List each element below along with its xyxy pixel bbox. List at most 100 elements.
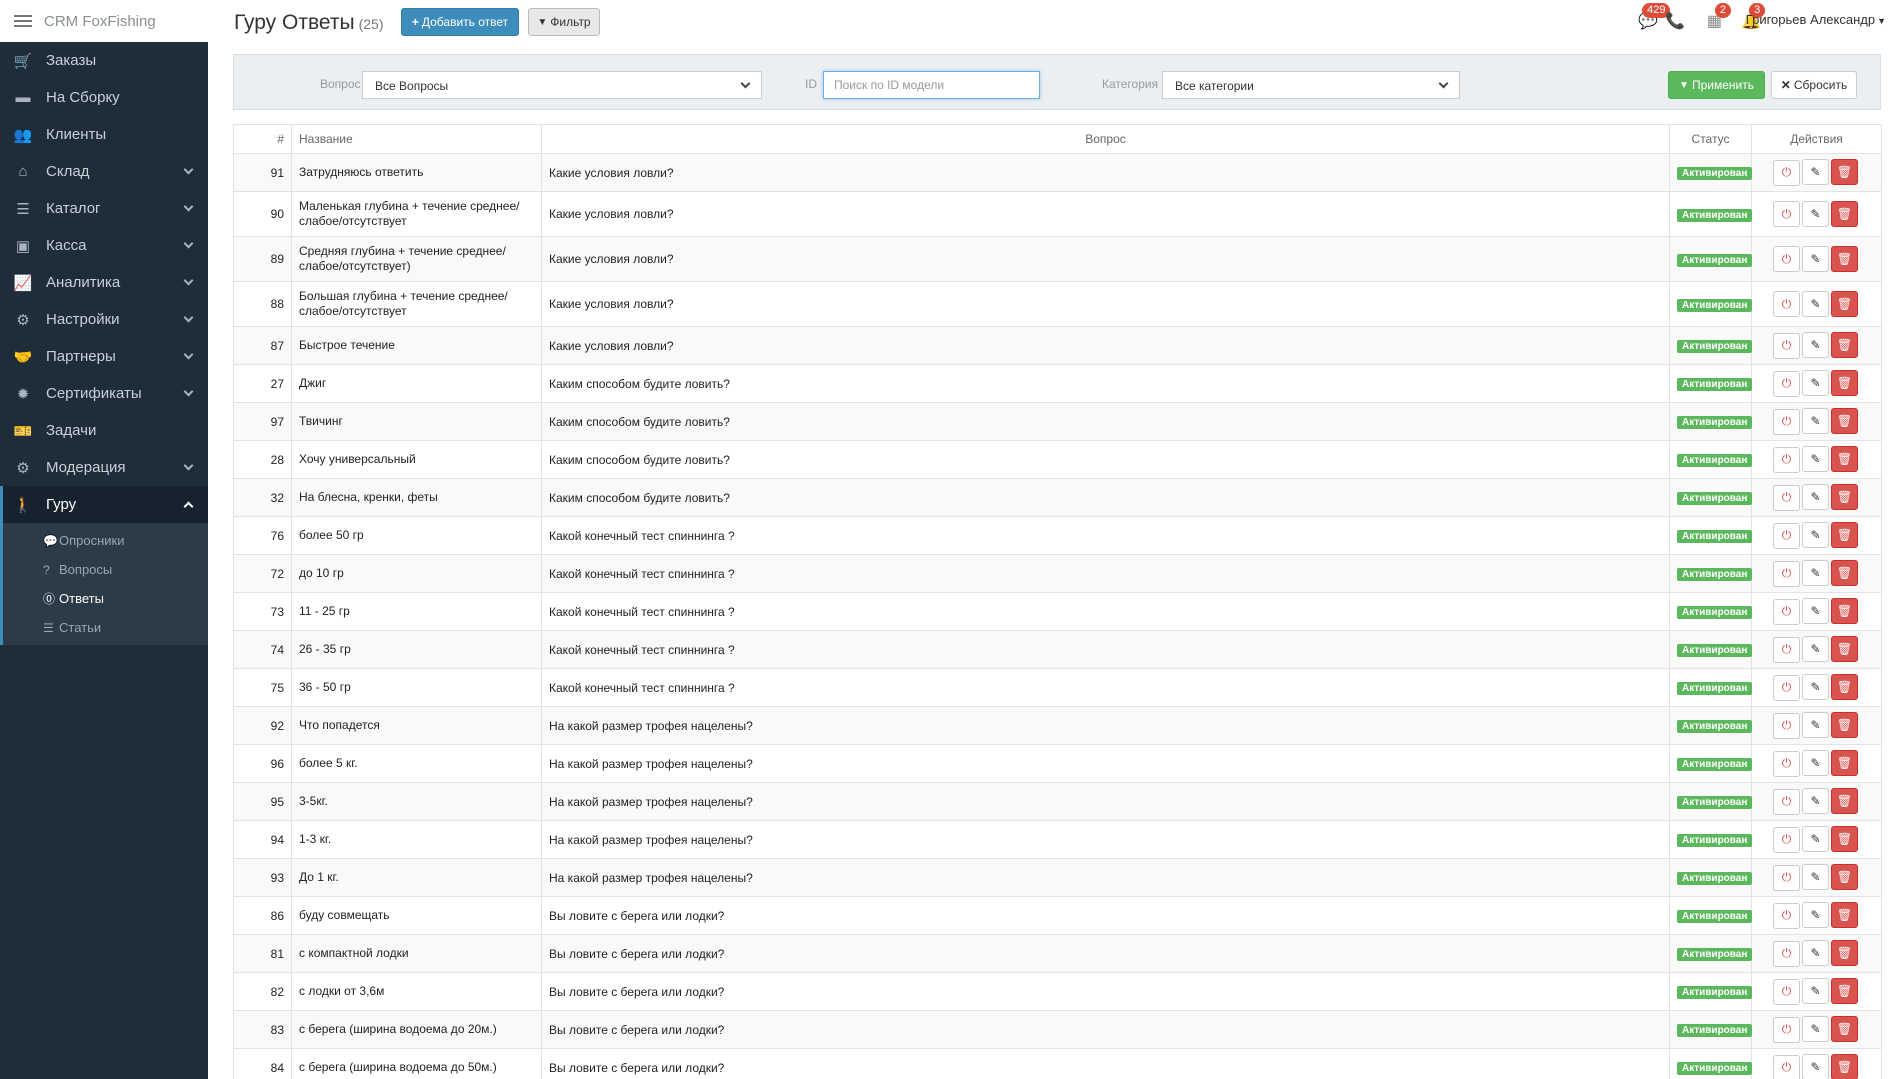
delete-button[interactable]: 🗑 (1831, 636, 1858, 663)
edit-button[interactable]: ✎ (1802, 902, 1829, 929)
menu-toggle-icon[interactable] (14, 12, 32, 30)
edit-button[interactable]: ✎ (1802, 200, 1829, 227)
toggle-button[interactable]: ⏻ (1773, 291, 1800, 318)
toggle-button[interactable]: ⏻ (1773, 201, 1800, 228)
toggle-button[interactable]: ⏻ (1773, 560, 1800, 587)
toggle-button[interactable]: ⏻ (1773, 522, 1800, 549)
delete-button[interactable]: 🗑 (1831, 408, 1858, 435)
sidebar-item[interactable]: ⌂ Склад (0, 153, 208, 190)
phone-icon[interactable]: 📞 (1665, 11, 1685, 31)
toggle-button[interactable]: ⏻ (1773, 246, 1800, 273)
messages-icon[interactable]: 💬 429 (1638, 3, 1671, 31)
toggle-button[interactable]: ⏻ (1773, 864, 1800, 891)
submenu-item[interactable]: ? Вопросы (3, 555, 208, 584)
edit-button[interactable]: ✎ (1802, 1054, 1829, 1079)
sidebar-item[interactable]: 👥 Клиенты (0, 116, 208, 153)
edit-button[interactable]: ✎ (1802, 245, 1829, 272)
toggle-button[interactable]: ⏻ (1773, 674, 1800, 701)
toggle-button[interactable]: ⏻ (1773, 902, 1800, 929)
sidebar-item[interactable]: ⚙ Модерация (0, 449, 208, 486)
id-search-input[interactable] (823, 71, 1040, 99)
toggle-button[interactable]: ⏻ (1773, 788, 1800, 815)
delete-button[interactable]: 🗑 (1831, 245, 1858, 272)
col-header-name[interactable]: Название (291, 124, 542, 154)
toggle-button[interactable]: ⏻ (1773, 598, 1800, 625)
sidebar-item[interactable]: 📈 Аналитика (0, 264, 208, 301)
sidebar-item[interactable]: 🎫 Задачи (0, 412, 208, 449)
delete-button[interactable]: 🗑 (1831, 560, 1858, 587)
edit-button[interactable]: ✎ (1802, 636, 1829, 663)
delete-button[interactable]: 🗑 (1831, 978, 1858, 1005)
edit-button[interactable]: ✎ (1802, 332, 1829, 359)
delete-button[interactable]: 🗑 (1831, 674, 1858, 701)
delete-button[interactable]: 🗑 (1831, 712, 1858, 739)
toggle-button[interactable]: ⏻ (1773, 636, 1800, 663)
submenu-item[interactable]: ☰ Статьи (3, 613, 208, 642)
submenu-item[interactable]: 💬 Опросники (3, 526, 208, 555)
delete-button[interactable]: 🗑 (1831, 290, 1858, 317)
toggle-button[interactable]: ⏻ (1773, 1016, 1800, 1043)
reset-button[interactable]: ✕ Сбросить (1771, 71, 1857, 99)
edit-button[interactable]: ✎ (1802, 864, 1829, 891)
col-header-status[interactable]: Статус (1669, 124, 1752, 154)
delete-button[interactable]: 🗑 (1831, 200, 1858, 227)
delete-button[interactable]: 🗑 (1831, 1016, 1858, 1043)
edit-button[interactable]: ✎ (1802, 674, 1829, 701)
edit-button[interactable]: ✎ (1802, 446, 1829, 473)
toggle-button[interactable]: ⏻ (1773, 332, 1800, 359)
toggle-button[interactable]: ⏻ (1773, 1054, 1800, 1079)
sidebar-item[interactable]: ▣ Касса (0, 227, 208, 264)
edit-button[interactable]: ✎ (1802, 159, 1829, 186)
delete-button[interactable]: 🗑 (1831, 1054, 1858, 1079)
edit-button[interactable]: ✎ (1802, 408, 1829, 435)
sidebar-item[interactable]: ⚙ Настройки (0, 301, 208, 338)
sidebar-item[interactable]: ▬ На Сборку (0, 79, 208, 116)
edit-button[interactable]: ✎ (1802, 522, 1829, 549)
apply-button[interactable]: ▼ Применить (1668, 71, 1765, 99)
col-header-id[interactable]: # (233, 124, 292, 154)
delete-button[interactable]: 🗑 (1831, 864, 1858, 891)
edit-button[interactable]: ✎ (1802, 788, 1829, 815)
add-answer-button[interactable]: + Добавить ответ (401, 8, 519, 36)
edit-button[interactable]: ✎ (1802, 712, 1829, 739)
toggle-button[interactable]: ⏻ (1773, 940, 1800, 967)
delete-button[interactable]: 🗑 (1831, 788, 1858, 815)
edit-button[interactable]: ✎ (1802, 750, 1829, 777)
toggle-button[interactable]: ⏻ (1773, 446, 1800, 473)
category-select[interactable]: Все категории (1162, 71, 1460, 99)
toggle-button[interactable]: ⏻ (1773, 750, 1800, 777)
toggle-button[interactable]: ⏻ (1773, 978, 1800, 1005)
edit-button[interactable]: ✎ (1802, 826, 1829, 853)
edit-button[interactable]: ✎ (1802, 940, 1829, 967)
edit-button[interactable]: ✎ (1802, 560, 1829, 587)
sidebar-item[interactable]: ✹ Сертификаты (0, 375, 208, 412)
edit-button[interactable]: ✎ (1802, 1016, 1829, 1043)
delete-button[interactable]: 🗑 (1831, 484, 1858, 511)
edit-button[interactable]: ✎ (1802, 598, 1829, 625)
submenu-item[interactable]: ⓪ Ответы (3, 584, 208, 613)
delete-button[interactable]: 🗑 (1831, 370, 1858, 397)
toggle-button[interactable]: ⏻ (1773, 408, 1800, 435)
delete-button[interactable]: 🗑 (1831, 826, 1858, 853)
edit-button[interactable]: ✎ (1802, 978, 1829, 1005)
delete-button[interactable]: 🗑 (1831, 902, 1858, 929)
toggle-button[interactable]: ⏻ (1773, 484, 1800, 511)
delete-button[interactable]: 🗑 (1831, 940, 1858, 967)
brand[interactable]: CRM FoxFishing (0, 0, 208, 42)
edit-button[interactable]: ✎ (1802, 370, 1829, 397)
sidebar-item[interactable]: 🤝 Партнеры (0, 338, 208, 375)
sidebar-item[interactable]: 🚶 Гуру (0, 486, 208, 523)
toggle-button[interactable]: ⏻ (1773, 712, 1800, 739)
delete-button[interactable]: 🗑 (1831, 332, 1858, 359)
filter-button[interactable]: ▼ Фильтр (528, 8, 600, 36)
toggle-button[interactable]: ⏻ (1773, 826, 1800, 853)
delete-button[interactable]: 🗑 (1831, 598, 1858, 625)
sidebar-item[interactable]: ☰ Каталог (0, 190, 208, 227)
edit-button[interactable]: ✎ (1802, 484, 1829, 511)
sidebar-item[interactable]: 🛒 Заказы (0, 42, 208, 79)
calendar-icon[interactable]: ▦ 2 (1707, 3, 1731, 31)
toggle-button[interactable]: ⏻ (1773, 370, 1800, 397)
delete-button[interactable]: 🗑 (1831, 159, 1858, 186)
col-header-question[interactable]: Вопрос (541, 124, 1670, 154)
delete-button[interactable]: 🗑 (1831, 446, 1858, 473)
